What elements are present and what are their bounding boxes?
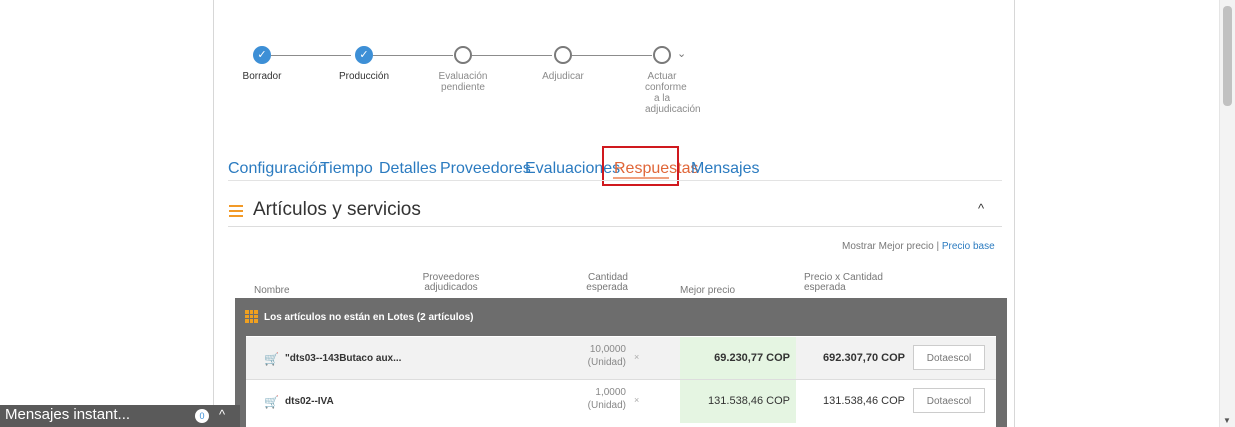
step-label: Actuar conforme a la adjudicación (645, 71, 701, 115)
tab-mensajes[interactable]: Mensajes (691, 160, 759, 178)
multiply-sign: × (634, 352, 640, 362)
lot-group-label: Los artículos no están en Lotes (2 artíc… (264, 312, 474, 323)
tab-configuracion[interactable]: Configuración (228, 160, 327, 178)
price-x-quantity: 692.307,70 COP (823, 352, 905, 364)
scrollbar-thumb[interactable] (1223, 6, 1232, 106)
step-adjudicar: Adjudicar (518, 46, 608, 82)
instant-messages-bar[interactable]: Mensajes instant... 0 ^ (0, 405, 240, 427)
tab-detalles[interactable]: Detalles (379, 160, 437, 178)
multiply-sign: × (634, 395, 640, 405)
step-evaluacion-pendiente: Evaluación pendiente (418, 46, 508, 93)
step-label: Producción (338, 71, 390, 82)
price-toggle: Mostrar Mejor precio | Precio base (842, 241, 995, 252)
quantity-unit: (Unidad) (587, 400, 626, 411)
column-header-best-price: Mejor precio (680, 285, 736, 296)
price-toggle-label: Mostrar Mejor precio (842, 241, 934, 252)
lot-group-header[interactable]: Los artículos no están en Lotes (2 artíc… (235, 298, 1007, 336)
chevron-up-icon[interactable]: ^ (219, 407, 225, 422)
tab-tiempo[interactable]: Tiempo (320, 160, 373, 178)
chevron-down-icon[interactable]: ⌄ (677, 47, 686, 60)
check-icon: ✓ (355, 46, 373, 64)
column-header-quantity: Cantidad esperada (586, 272, 628, 293)
step-pending-icon (653, 46, 671, 64)
unread-count-badge: 0 (195, 409, 209, 423)
step-label: Adjudicar (542, 71, 584, 82)
best-price-cell: 131.538,46 COP (680, 380, 796, 423)
step-pending-icon (554, 46, 572, 64)
step-label: Evaluación pendiente (438, 71, 488, 93)
supplier-button[interactable]: Dotaescol (913, 388, 985, 413)
divider (228, 226, 1002, 227)
item-name[interactable]: dts02--IVA (285, 396, 334, 407)
section-title: Artículos y servicios (253, 199, 421, 220)
best-price-cell: 69.230,77 COP (680, 337, 796, 380)
check-icon: ✓ (253, 46, 271, 64)
tab-proveedores[interactable]: Proveedores (440, 160, 531, 178)
step-label: Borrador (242, 71, 282, 82)
vertical-scrollbar[interactable]: ▼ (1219, 0, 1235, 427)
quantity-value: 1,0000 (595, 387, 626, 398)
quantity-unit: (Unidad) (587, 357, 626, 368)
grid-icon (245, 310, 258, 323)
item-quantity: 1,0000 (Unidad) (556, 386, 626, 412)
item-quantity: 10,0000 (Unidad) (556, 343, 626, 369)
column-header-name: Nombre (254, 285, 290, 296)
group-border-right (996, 336, 1007, 427)
quantity-value: 10,0000 (589, 344, 626, 355)
list-icon (229, 205, 243, 217)
base-price-link[interactable]: Precio base (942, 241, 995, 252)
column-header-suppliers: Proveedores adjudicados (422, 272, 480, 293)
content-frame-left-border (213, 0, 214, 427)
supplier-button[interactable]: Dotaescol (913, 345, 985, 370)
item-name[interactable]: "dts03--143Butaco aux... (285, 353, 401, 364)
price-x-quantity: 131.538,46 COP (823, 395, 905, 407)
content-frame-right-border (1014, 0, 1015, 427)
step-pending-icon (454, 46, 472, 64)
step-produccion: ✓ Producción (319, 46, 409, 82)
divider (228, 180, 1002, 181)
instant-messages-label: Mensajes instant... (5, 406, 131, 423)
table-row: 🛒 "dts03--143Butaco aux... 10,0000 (Unid… (246, 337, 996, 380)
step-actuar: Actuar conforme a la adjudicación (617, 46, 707, 115)
price-toggle-separator: | (936, 241, 940, 252)
step-borrador: ✓ Borrador (217, 46, 307, 82)
scroll-down-arrow-icon[interactable]: ▼ (1223, 416, 1231, 425)
cart-icon: 🛒 (264, 395, 279, 409)
column-header-price-x-qty: Precio x Cantidad esperada (804, 272, 883, 293)
best-price: 69.230,77 COP (714, 352, 790, 364)
collapse-toggle-icon[interactable]: ^ (978, 201, 984, 216)
best-price: 131.538,46 COP (708, 395, 790, 407)
cart-icon: 🛒 (264, 352, 279, 366)
table-row: 🛒 dts02--IVA 1,0000 (Unidad) × 131.538,4… (246, 380, 996, 423)
